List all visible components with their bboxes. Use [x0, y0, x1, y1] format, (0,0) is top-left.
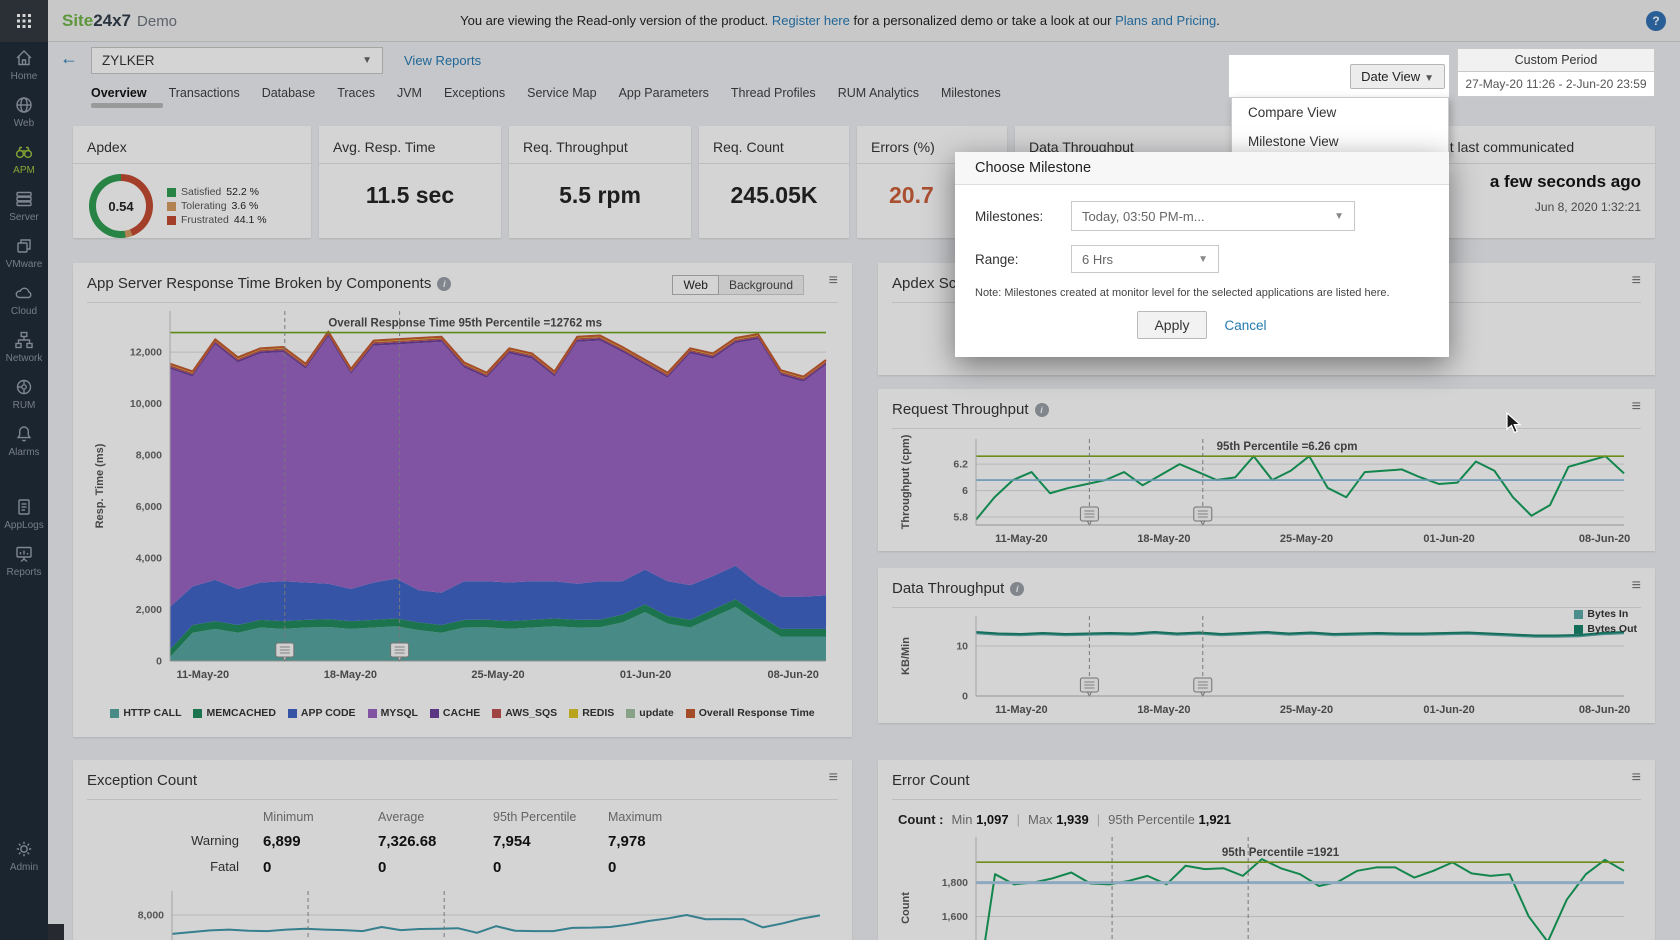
apply-button[interactable]: Apply [1137, 311, 1206, 339]
cancel-link[interactable]: Cancel [1225, 318, 1267, 333]
choose-milestone-modal: Choose Milestone Milestones: Today, 03:5… [955, 152, 1449, 357]
milestones-label: Milestones: [975, 209, 1071, 224]
custom-period-box: Custom Period 27-May-20 11:26 - 2-Jun-20… [1457, 48, 1655, 97]
custom-period-label: Custom Period [1458, 49, 1654, 72]
site24x7-apm-dashboard: Site24x7Demo You are viewing the Read-on… [0, 0, 1680, 940]
range-label: Range: [975, 252, 1071, 267]
date-view-popover: Date View▼ [1229, 55, 1449, 97]
date-view-menu: Compare View Milestone View [1231, 97, 1449, 157]
range-select[interactable]: 6 Hrs ▼ [1071, 245, 1219, 273]
menu-item-compare-view[interactable]: Compare View [1232, 98, 1448, 127]
date-view-button[interactable]: Date View▼ [1350, 64, 1445, 89]
custom-period-input[interactable]: 27-May-20 11:26 - 2-Jun-20 23:59 [1458, 72, 1654, 96]
modal-note: Note: Milestones created at monitor leve… [975, 287, 1429, 299]
chevron-down-icon: ▼ [1424, 73, 1434, 84]
modal-title: Choose Milestone [955, 152, 1449, 185]
chevron-down-icon: ▼ [1334, 211, 1344, 222]
chevron-down-icon: ▼ [1198, 254, 1208, 265]
milestones-select[interactable]: Today, 03:50 PM-m... ▼ [1071, 201, 1355, 231]
